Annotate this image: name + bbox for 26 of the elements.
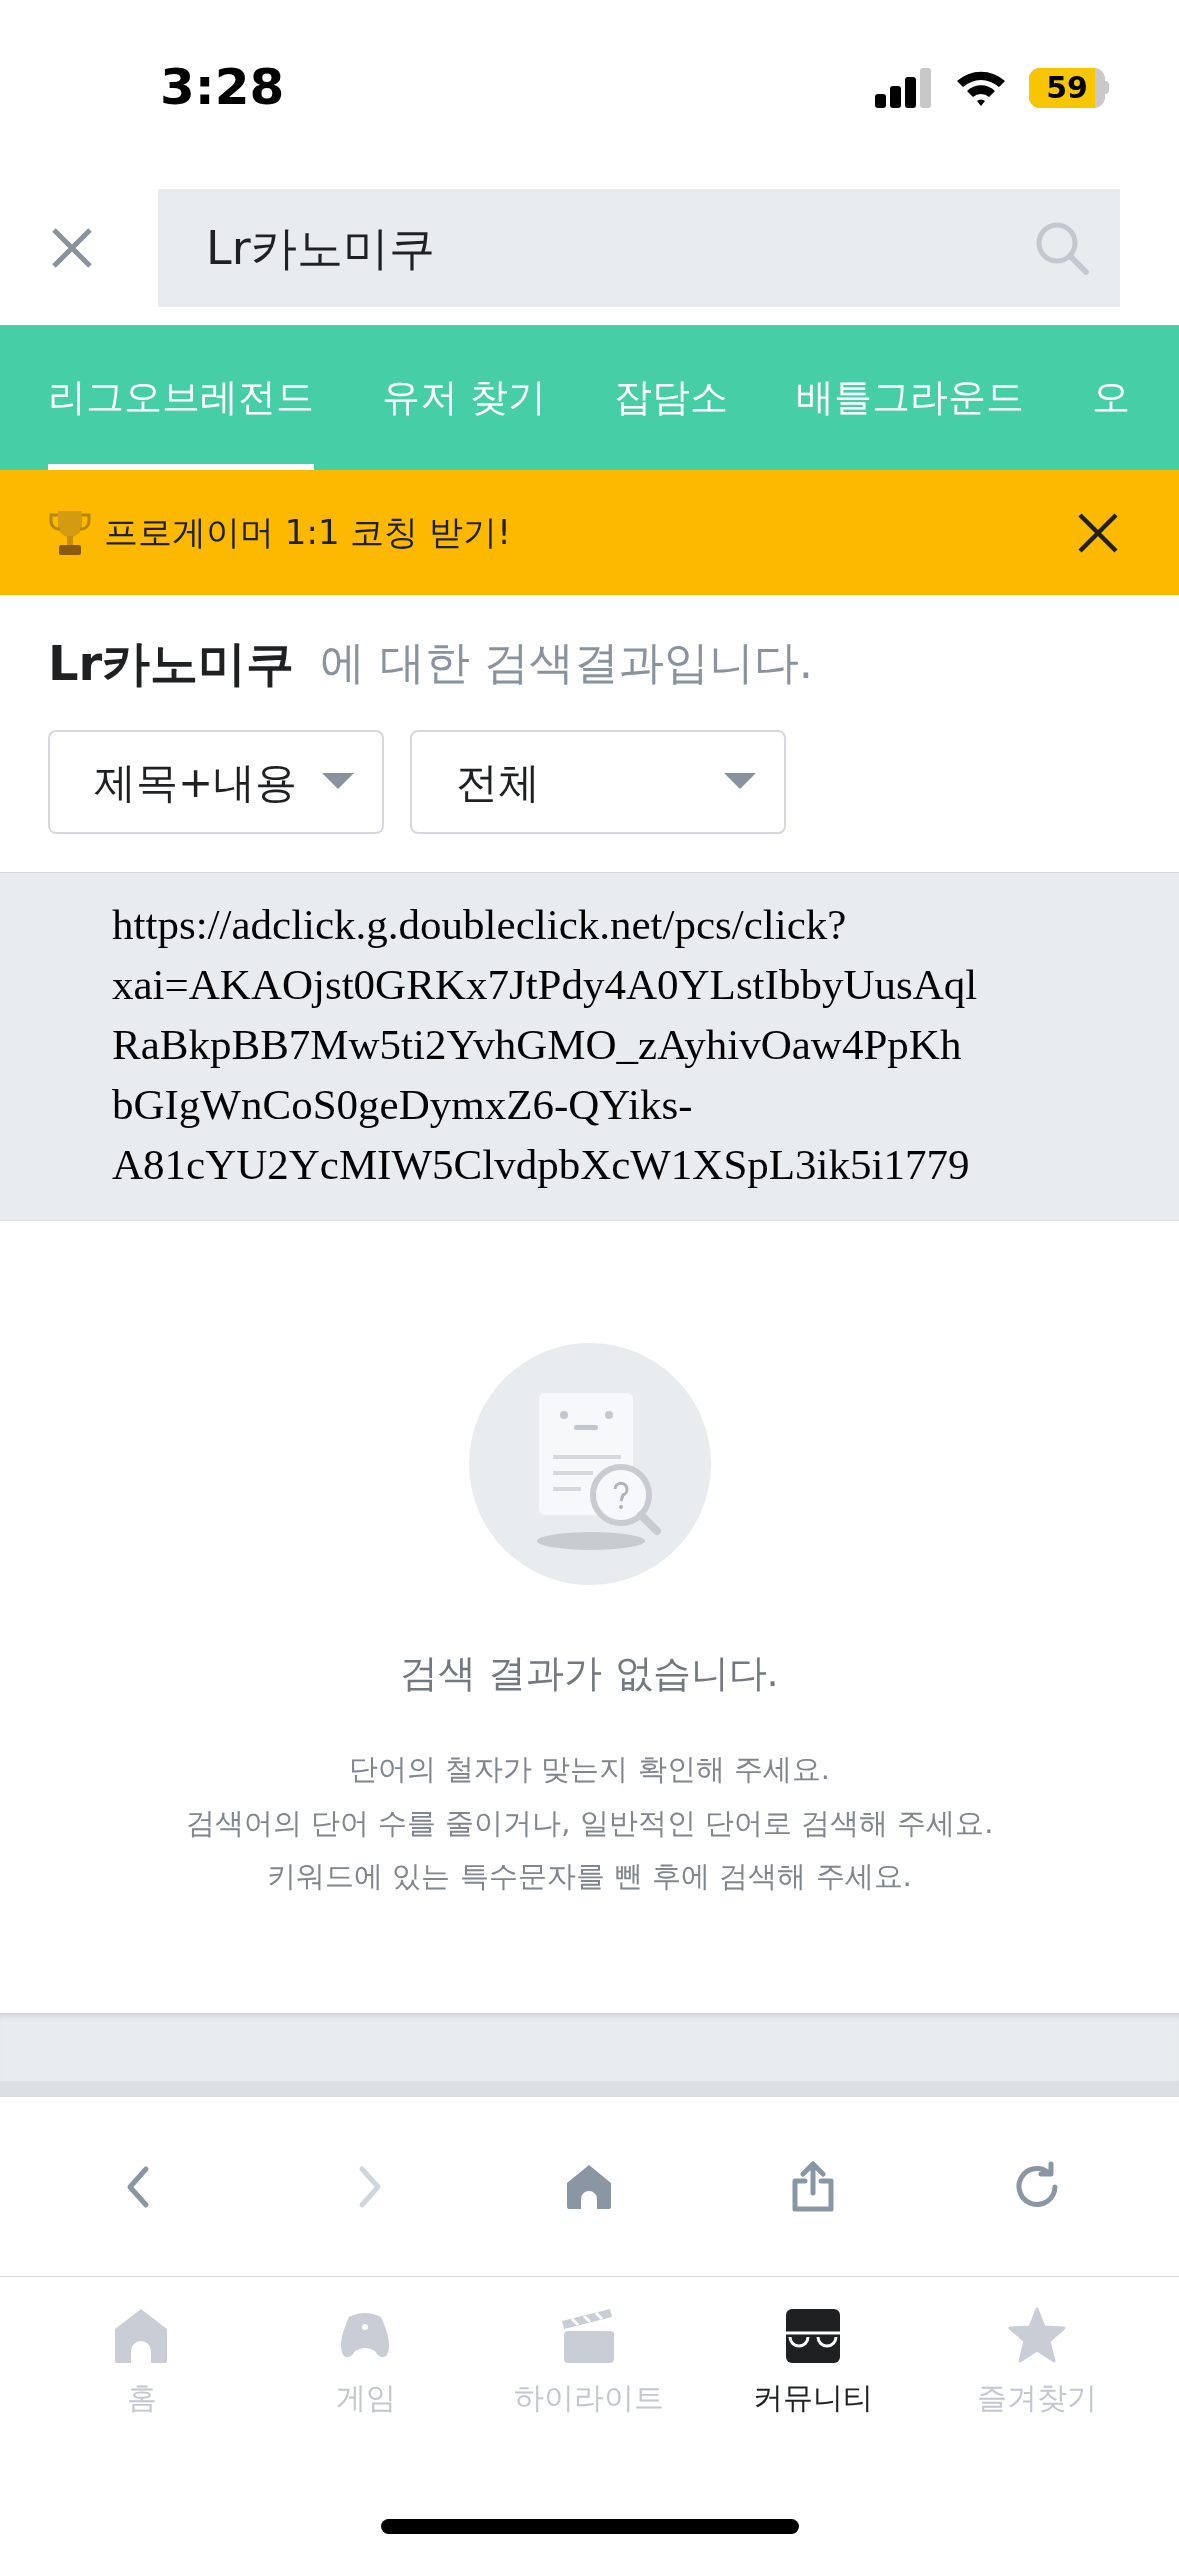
- battery-level: 59: [1045, 69, 1089, 107]
- banner-text[interactable]: 프로게이머 1:1 코칭 받기!: [104, 507, 511, 558]
- ad-link-text[interactable]: RaBkpBB7Mw5ti2YvhGMO_zAyhivOaw4PpKh: [112, 1021, 962, 1068]
- filter-dropdown[interactable]: 전체: [410, 730, 786, 834]
- caret-icon: [322, 773, 354, 791]
- ad-link-text[interactable]: bGIgWnCoS0geDymxZ6-QYiks-: [112, 1081, 693, 1128]
- nav-tab[interactable]: 커뮤니티: [713, 2307, 914, 2420]
- ad-link-text[interactable]: https://adclick.g.doubleclick.net/pcs/click?: [112, 901, 847, 948]
- search-query: Lr카노미쿠: [48, 633, 295, 693]
- empty-search-icon: [468, 1343, 711, 1585]
- empty-title: 검색 결과가 없습니다.: [400, 1650, 779, 1697]
- ad-link-text[interactable]: A81cYU2YcMIW5ClvdpbXcW1XSpL3ik5i1779: [112, 1141, 970, 1188]
- search-field[interactable]: Lr카노미쿠: [158, 189, 1120, 307]
- filter-dropdown[interactable]: 제목+내용: [48, 730, 384, 834]
- ad-link-text[interactable]: xai=AKAOjst0GRKx7JtPdy4A0YLstIbbyUusAql: [112, 961, 978, 1008]
- tip-text: 검색어의 단어 수를 줄이거나, 일반적인 단어로 검색해 주세요.: [185, 1804, 994, 1842]
- mask-icon: [784, 2307, 843, 2365]
- tip-text: 키워드에 있는 특수문자를 뺀 후에 검색해 주세요.: [267, 1858, 912, 1895]
- caret-icon: [724, 773, 756, 791]
- trophy-icon: [48, 508, 92, 557]
- result-heading: 에 대한 검색결과입니다.: [320, 634, 814, 691]
- signal-icon: [875, 67, 933, 108]
- tip-text: 단어의 철자가 맞는지 확인해 주세요.: [348, 1751, 831, 1788]
- star-icon: [1008, 2307, 1067, 2365]
- status-time: 3:28: [160, 57, 285, 118]
- close-icon[interactable]: [1077, 511, 1119, 554]
